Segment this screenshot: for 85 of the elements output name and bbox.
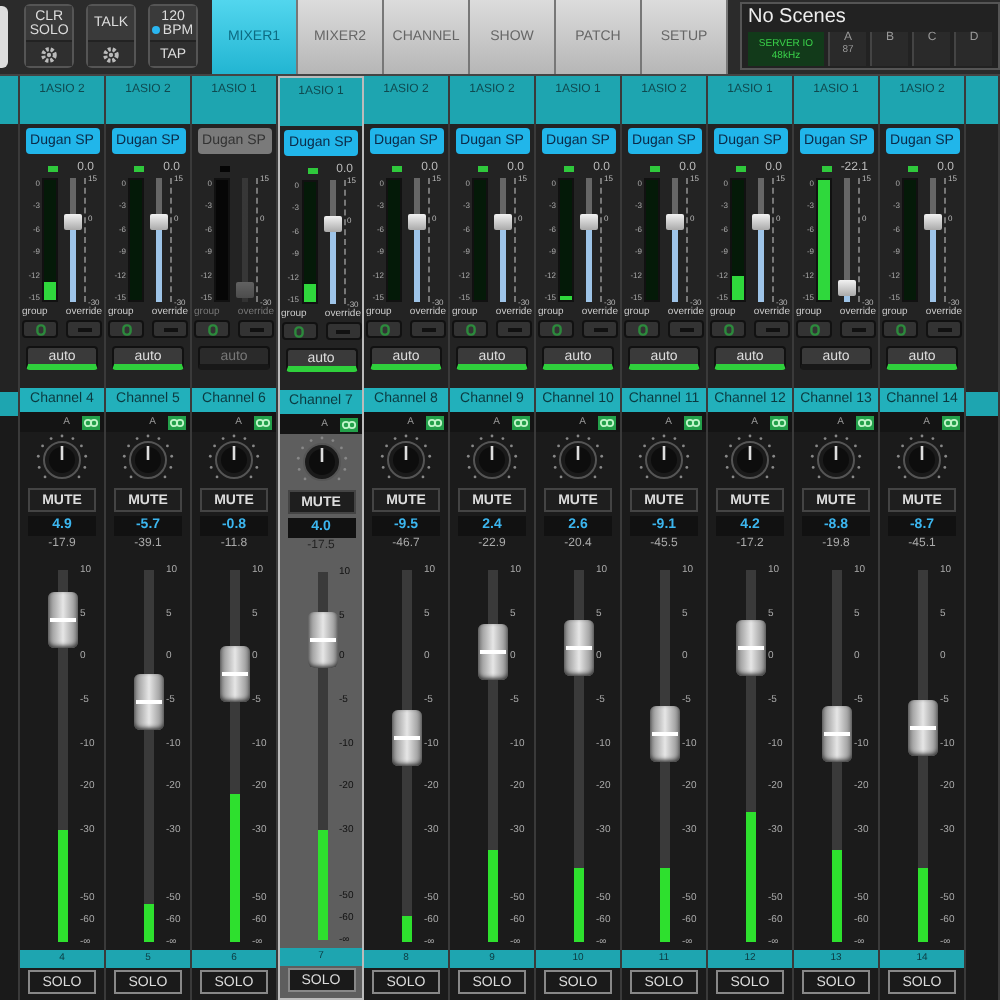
tempo-led-icon <box>152 26 161 34</box>
group-button[interactable] <box>796 320 832 338</box>
link-icon[interactable] <box>684 415 702 429</box>
fader-cap[interactable] <box>564 620 594 677</box>
level-meter <box>644 178 660 302</box>
ring-icon <box>809 323 819 335</box>
link-icon[interactable] <box>770 415 788 429</box>
level-meter <box>816 178 832 302</box>
signal-led <box>564 165 574 171</box>
fader-cap[interactable] <box>822 705 852 762</box>
fader-cap[interactable] <box>134 674 164 731</box>
slider-thumb[interactable] <box>924 213 942 230</box>
link-icon[interactable] <box>426 415 444 429</box>
ring-icon <box>379 323 389 335</box>
trim-slider[interactable] <box>236 178 254 302</box>
group-button[interactable] <box>22 320 58 338</box>
slider-thumb[interactable] <box>150 213 168 230</box>
signal-led <box>134 165 144 171</box>
link-icon[interactable] <box>598 415 616 429</box>
ring-icon <box>895 323 905 335</box>
fader-cap[interactable] <box>908 699 938 756</box>
level-meter <box>386 178 402 302</box>
slider-thumb[interactable] <box>752 213 770 230</box>
slider-thumb[interactable] <box>580 213 598 230</box>
signal-led <box>908 165 918 171</box>
group-button[interactable] <box>710 320 746 338</box>
level-meter <box>301 180 317 304</box>
gear-icon <box>40 45 59 63</box>
ring-icon <box>121 323 131 335</box>
gear-icon <box>102 45 121 63</box>
settings-button[interactable] <box>88 42 135 66</box>
group-button[interactable] <box>452 320 488 338</box>
signal-led <box>307 167 317 173</box>
slider-thumb[interactable] <box>64 213 82 230</box>
partial-button[interactable] <box>0 6 9 68</box>
fader-cap[interactable] <box>478 623 508 680</box>
group-button[interactable] <box>366 320 402 338</box>
fader-cap[interactable] <box>307 612 337 669</box>
link-icon[interactable] <box>168 415 186 429</box>
slider-thumb[interactable] <box>236 282 254 299</box>
level-meter <box>730 178 746 302</box>
fader-cap[interactable] <box>220 645 250 702</box>
link-icon[interactable] <box>82 415 100 429</box>
group-button[interactable] <box>281 322 317 340</box>
fader-cap[interactable] <box>392 709 422 766</box>
link-icon[interactable] <box>512 415 530 429</box>
level-meter <box>472 178 488 302</box>
link-icon[interactable] <box>942 415 960 429</box>
group-button[interactable] <box>108 320 144 338</box>
level-meter <box>128 178 144 302</box>
signal-led <box>478 165 488 171</box>
signal-led <box>822 165 832 171</box>
settings-button[interactable] <box>26 42 73 66</box>
slider-thumb[interactable] <box>838 280 856 297</box>
link-icon[interactable] <box>340 417 358 431</box>
link-icon[interactable] <box>856 415 874 429</box>
signal-led <box>650 165 660 171</box>
ring-icon <box>723 323 733 335</box>
ring-icon <box>637 323 647 335</box>
ring-icon <box>465 323 475 335</box>
slider-thumb[interactable] <box>408 213 426 230</box>
slider-thumb[interactable] <box>666 213 684 230</box>
level-meter <box>42 178 58 302</box>
fader-cap[interactable] <box>48 592 78 649</box>
signal-led <box>736 165 746 171</box>
level-meter <box>902 178 918 302</box>
ring-icon <box>294 325 304 337</box>
signal-led <box>392 165 402 171</box>
scene-title: No Scenes <box>748 6 848 28</box>
slider-thumb[interactable] <box>323 215 341 232</box>
trim-slider[interactable] <box>838 178 856 302</box>
ring-icon <box>551 323 561 335</box>
group-button[interactable] <box>882 320 918 338</box>
fader-cap[interactable] <box>650 705 680 762</box>
slider-thumb[interactable] <box>494 213 512 230</box>
level-meter <box>214 178 230 302</box>
ring-icon <box>207 323 217 335</box>
signal-led <box>48 165 58 171</box>
link-icon[interactable] <box>254 415 272 429</box>
ring-icon <box>35 323 45 335</box>
level-meter <box>558 178 574 302</box>
group-button[interactable] <box>538 320 574 338</box>
group-button[interactable] <box>624 320 660 338</box>
fader-cap[interactable] <box>736 620 766 677</box>
group-button[interactable] <box>194 320 230 338</box>
